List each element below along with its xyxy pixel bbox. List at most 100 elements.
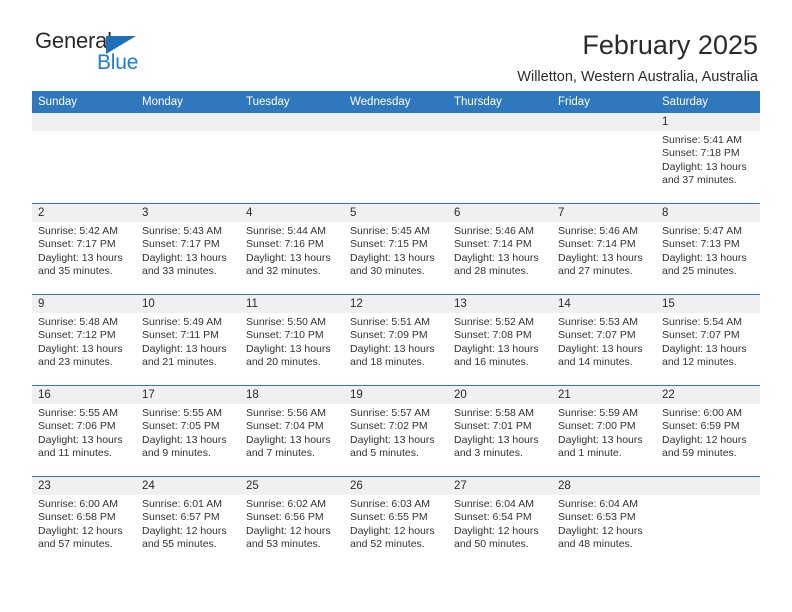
day-cell[interactable]: 13 Sunrise: 5:52 AM Sunset: 7:08 PM Dayl…: [448, 294, 552, 386]
day-cell[interactable]: 6 Sunrise: 5:46 AM Sunset: 7:14 PM Dayli…: [448, 203, 552, 295]
day-cell[interactable]: 8 Sunrise: 5:47 AM Sunset: 7:13 PM Dayli…: [656, 203, 760, 295]
daylight-text-line2: and 37 minutes.: [662, 174, 737, 187]
sunset-text: Sunset: 7:09 PM: [350, 329, 428, 342]
day-info: Sunrise: 5:49 AM Sunset: 7:11 PM Dayligh…: [136, 313, 240, 370]
day-info: Sunrise: 5:57 AM Sunset: 7:02 PM Dayligh…: [344, 404, 448, 461]
sunset-text: Sunset: 7:07 PM: [558, 329, 636, 342]
day-cell[interactable]: 1 Sunrise: 5:41 AM Sunset: 7:18 PM Dayli…: [656, 113, 760, 204]
sunset-text: Sunset: 7:15 PM: [350, 238, 428, 251]
day-cell[interactable]: 7 Sunrise: 5:46 AM Sunset: 7:14 PM Dayli…: [552, 203, 656, 295]
daylight-text-line1: Daylight: 13 hours: [38, 342, 123, 355]
day-cell[interactable]: 9 Sunrise: 5:48 AM Sunset: 7:12 PM Dayli…: [32, 294, 136, 386]
sunrise-text: Sunrise: 5:56 AM: [246, 407, 326, 419]
day-number: 12: [344, 295, 448, 313]
day-cell[interactable]: 14 Sunrise: 5:53 AM Sunset: 7:07 PM Dayl…: [552, 294, 656, 386]
calendar-week-row: 1 Sunrise: 5:41 AM Sunset: 7:18 PM Dayli…: [32, 113, 760, 204]
daylight-text-line2: and 59 minutes.: [662, 447, 737, 460]
sunset-text: Sunset: 7:18 PM: [662, 147, 740, 160]
day-cell[interactable]: 27 Sunrise: 6:04 AM Sunset: 6:54 PM Dayl…: [448, 476, 552, 567]
sunset-text: Sunset: 6:56 PM: [246, 511, 324, 524]
day-info: Sunrise: 5:56 AM Sunset: 7:04 PM Dayligh…: [240, 404, 344, 461]
sunrise-text: Sunrise: 5:46 AM: [558, 225, 638, 237]
daylight-text-line2: and 25 minutes.: [662, 265, 737, 278]
daylight-text-line2: and 53 minutes.: [246, 538, 321, 551]
sunset-text: Sunset: 7:13 PM: [662, 238, 740, 251]
sunrise-text: Sunrise: 5:45 AM: [350, 225, 430, 237]
day-cell[interactable]: 24 Sunrise: 6:01 AM Sunset: 6:57 PM Dayl…: [136, 476, 240, 567]
sunset-text: Sunset: 7:17 PM: [142, 238, 220, 251]
sunset-text: Sunset: 7:01 PM: [454, 420, 532, 433]
day-cell[interactable]: 25 Sunrise: 6:02 AM Sunset: 6:56 PM Dayl…: [240, 476, 344, 567]
daylight-text-line2: and 14 minutes.: [558, 356, 633, 369]
sunrise-text: Sunrise: 5:49 AM: [142, 316, 222, 328]
day-info: Sunrise: 5:48 AM Sunset: 7:12 PM Dayligh…: [32, 313, 136, 370]
daylight-text-line2: and 20 minutes.: [246, 356, 321, 369]
daylight-text-line1: Daylight: 13 hours: [38, 433, 123, 446]
sunset-text: Sunset: 7:14 PM: [558, 238, 636, 251]
daylight-text-line1: Daylight: 12 hours: [454, 524, 539, 537]
daylight-text-line2: and 35 minutes.: [38, 265, 113, 278]
day-cell[interactable]: 4 Sunrise: 5:44 AM Sunset: 7:16 PM Dayli…: [240, 203, 344, 295]
day-cell-empty: [344, 113, 448, 204]
day-number: [448, 113, 552, 131]
daylight-text-line2: and 21 minutes.: [142, 356, 217, 369]
day-number: 23: [32, 477, 136, 495]
day-cell[interactable]: 26 Sunrise: 6:03 AM Sunset: 6:55 PM Dayl…: [344, 476, 448, 567]
sunrise-text: Sunrise: 5:50 AM: [246, 316, 326, 328]
daylight-text-line2: and 48 minutes.: [558, 538, 633, 551]
day-cell[interactable]: 12 Sunrise: 5:51 AM Sunset: 7:09 PM Dayl…: [344, 294, 448, 386]
day-number: 1: [656, 113, 760, 131]
day-cell[interactable]: 28 Sunrise: 6:04 AM Sunset: 6:53 PM Dayl…: [552, 476, 656, 567]
day-number: 27: [448, 477, 552, 495]
daylight-text-line1: Daylight: 13 hours: [142, 342, 227, 355]
day-cell[interactable]: 5 Sunrise: 5:45 AM Sunset: 7:15 PM Dayli…: [344, 203, 448, 295]
day-cell[interactable]: 11 Sunrise: 5:50 AM Sunset: 7:10 PM Dayl…: [240, 294, 344, 386]
day-number: 11: [240, 295, 344, 313]
general-blue-logo[interactable]: General Blue: [34, 30, 154, 76]
day-cell-empty: [552, 113, 656, 204]
day-cell[interactable]: 2 Sunrise: 5:42 AM Sunset: 7:17 PM Dayli…: [32, 203, 136, 295]
day-cell[interactable]: 20 Sunrise: 5:58 AM Sunset: 7:01 PM Dayl…: [448, 385, 552, 477]
day-number: 14: [552, 295, 656, 313]
calendar-week-row: 23 Sunrise: 6:00 AM Sunset: 6:58 PM Dayl…: [32, 476, 760, 567]
day-cell[interactable]: 3 Sunrise: 5:43 AM Sunset: 7:17 PM Dayli…: [136, 203, 240, 295]
day-number: 21: [552, 386, 656, 404]
sunrise-text: Sunrise: 5:44 AM: [246, 225, 326, 237]
day-number: 3: [136, 204, 240, 222]
sunset-text: Sunset: 6:54 PM: [454, 511, 532, 524]
day-number: [656, 477, 760, 495]
day-number: 25: [240, 477, 344, 495]
calendar-page: General Blue February 2025 Willetton, We…: [0, 0, 792, 612]
sunset-text: Sunset: 6:53 PM: [558, 511, 636, 524]
daylight-text-line1: Daylight: 13 hours: [558, 342, 643, 355]
daylight-text-line2: and 1 minute.: [558, 447, 622, 460]
sunrise-text: Sunrise: 5:53 AM: [558, 316, 638, 328]
day-info: Sunrise: 5:55 AM Sunset: 7:06 PM Dayligh…: [32, 404, 136, 461]
day-info: Sunrise: 5:42 AM Sunset: 7:17 PM Dayligh…: [32, 222, 136, 279]
day-cell[interactable]: 23 Sunrise: 6:00 AM Sunset: 6:58 PM Dayl…: [32, 476, 136, 567]
day-cell[interactable]: 21 Sunrise: 5:59 AM Sunset: 7:00 PM Dayl…: [552, 385, 656, 477]
day-cell[interactable]: 17 Sunrise: 5:55 AM Sunset: 7:05 PM Dayl…: [136, 385, 240, 477]
daylight-text-line1: Daylight: 12 hours: [662, 433, 747, 446]
sunset-text: Sunset: 7:10 PM: [246, 329, 324, 342]
daylight-text-line2: and 28 minutes.: [454, 265, 529, 278]
day-cell[interactable]: 10 Sunrise: 5:49 AM Sunset: 7:11 PM Dayl…: [136, 294, 240, 386]
day-cell-empty: [240, 113, 344, 204]
day-info: Sunrise: 5:46 AM Sunset: 7:14 PM Dayligh…: [552, 222, 656, 279]
day-cell[interactable]: 15 Sunrise: 5:54 AM Sunset: 7:07 PM Dayl…: [656, 294, 760, 386]
calendar-week-row: 2 Sunrise: 5:42 AM Sunset: 7:17 PM Dayli…: [32, 203, 760, 295]
sunset-text: Sunset: 7:12 PM: [38, 329, 116, 342]
sunrise-text: Sunrise: 5:41 AM: [662, 134, 742, 146]
day-cell[interactable]: 18 Sunrise: 5:56 AM Sunset: 7:04 PM Dayl…: [240, 385, 344, 477]
day-number: [136, 113, 240, 131]
day-info: Sunrise: 6:00 AM Sunset: 6:59 PM Dayligh…: [656, 404, 760, 461]
daylight-text-line1: Daylight: 13 hours: [662, 342, 747, 355]
day-cell[interactable]: 22 Sunrise: 6:00 AM Sunset: 6:59 PM Dayl…: [656, 385, 760, 477]
sunset-text: Sunset: 7:08 PM: [454, 329, 532, 342]
daylight-text-line1: Daylight: 12 hours: [558, 524, 643, 537]
logo-text-blue: Blue: [97, 51, 139, 74]
weekday-header-tuesday: Tuesday: [240, 91, 344, 113]
day-cell[interactable]: 19 Sunrise: 5:57 AM Sunset: 7:02 PM Dayl…: [344, 385, 448, 477]
day-cell[interactable]: 16 Sunrise: 5:55 AM Sunset: 7:06 PM Dayl…: [32, 385, 136, 477]
sunrise-text: Sunrise: 6:00 AM: [662, 407, 742, 419]
